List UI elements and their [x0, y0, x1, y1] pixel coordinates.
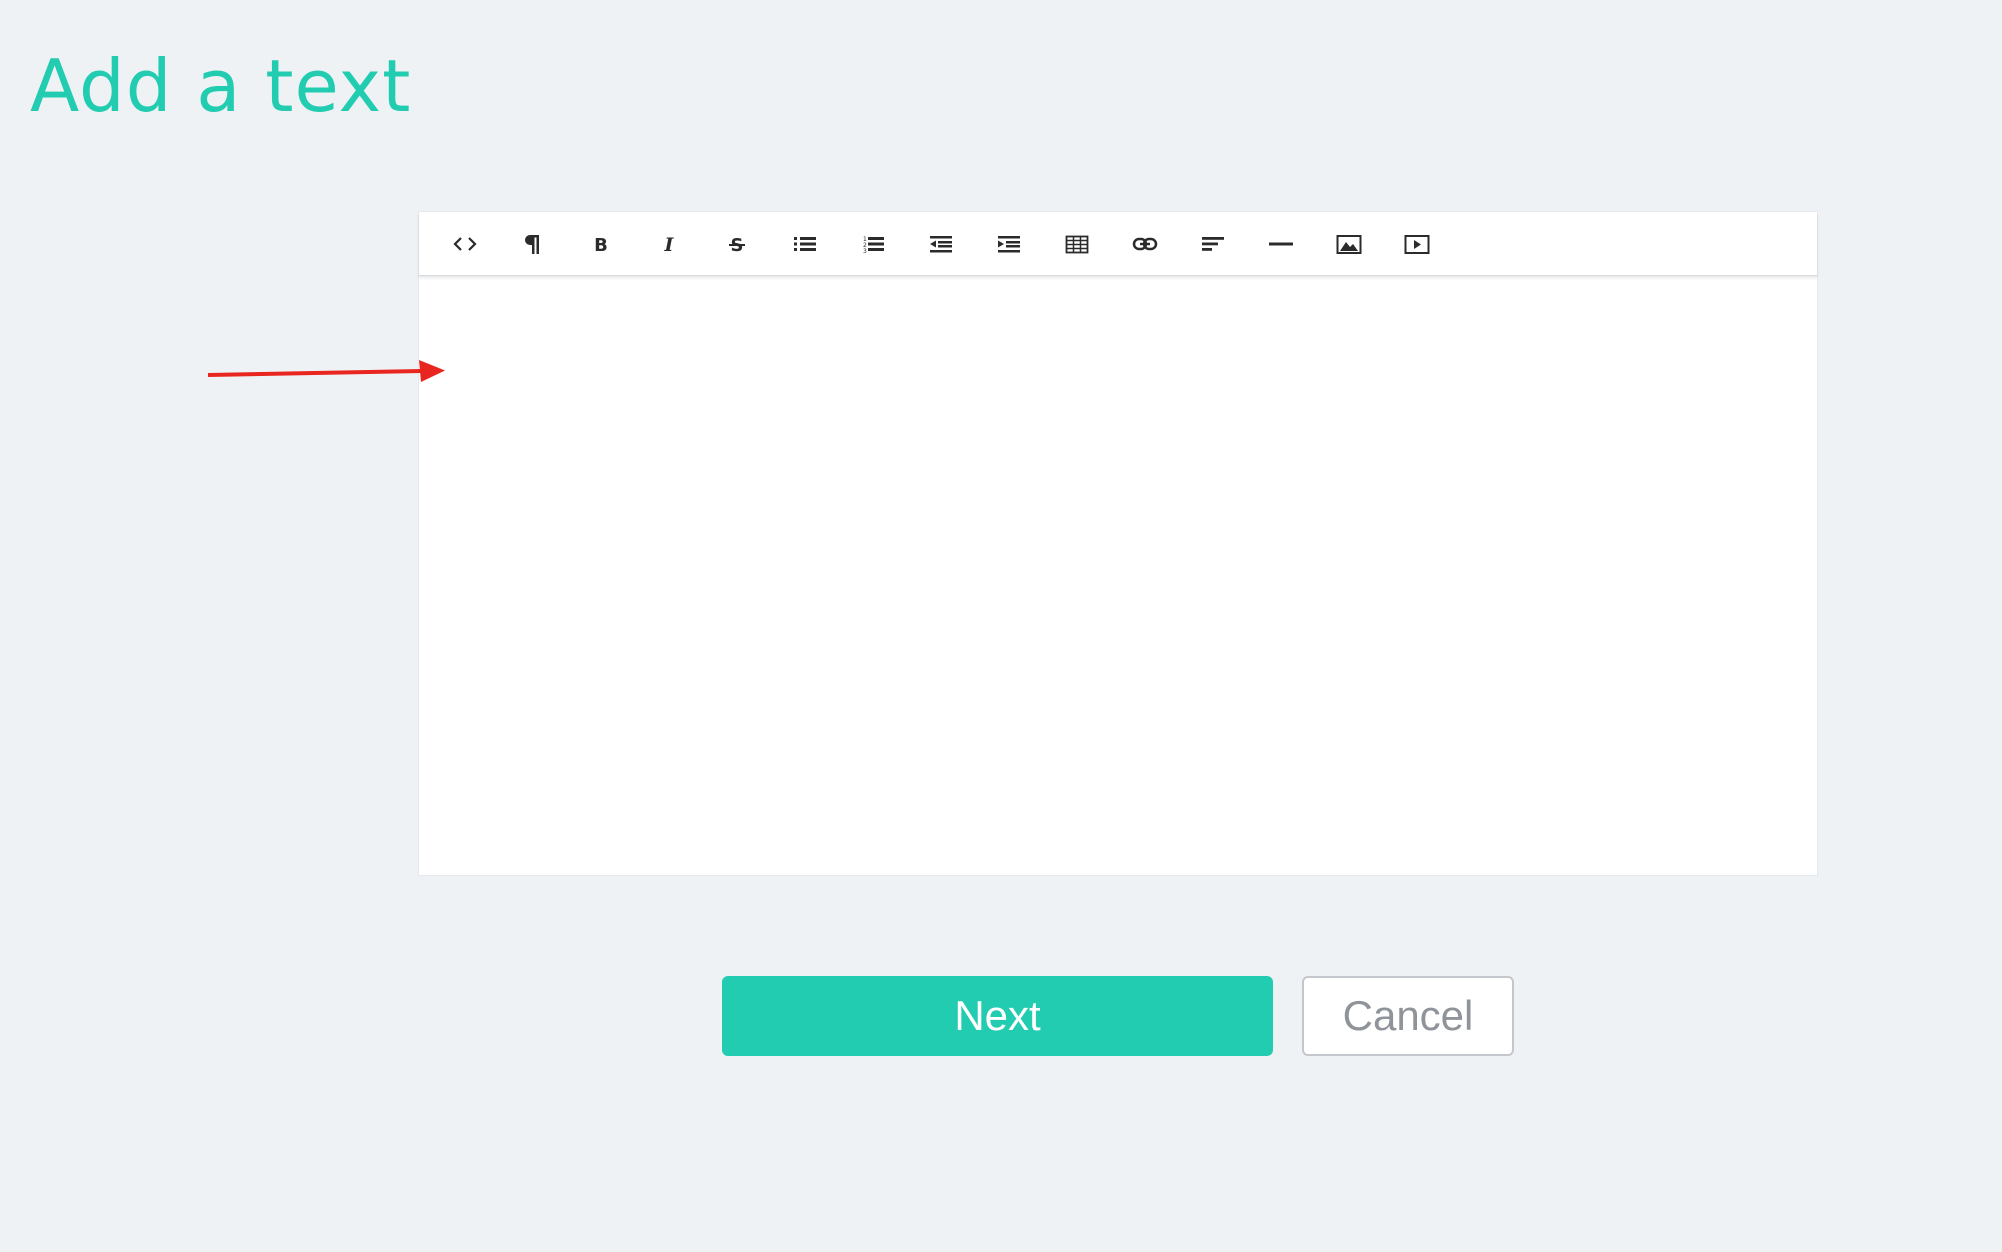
italic-icon: I [664, 234, 675, 256]
strikethrough-icon: S [729, 235, 745, 256]
link-icon [1132, 237, 1158, 250]
video-icon [1404, 234, 1430, 254]
italic-button[interactable]: I [635, 220, 703, 268]
link-button[interactable] [1111, 220, 1179, 268]
formatting-button[interactable] [499, 220, 567, 268]
unordered-list-button[interactable] [771, 220, 839, 268]
ordered-list-button[interactable]: 1 2 3 [839, 220, 907, 268]
image-button[interactable] [1315, 220, 1383, 268]
cancel-button[interactable]: Cancel [1302, 976, 1514, 1056]
video-button[interactable] [1383, 220, 1451, 268]
svg-text:I: I [664, 234, 675, 256]
arrow-head [419, 360, 445, 382]
red-arrow-annotation [207, 360, 445, 382]
outdent-button[interactable] [907, 220, 975, 268]
horizontal-rule-icon [1269, 242, 1293, 245]
strikethrough-button[interactable]: S [703, 220, 771, 268]
outdent-icon [930, 235, 952, 252]
arrow-shaft [207, 369, 423, 377]
align-icon [1202, 236, 1224, 251]
table-icon [1065, 235, 1089, 253]
indent-button[interactable] [975, 220, 1043, 268]
paragraph-icon [525, 234, 539, 254]
page-title: Add a text [30, 44, 412, 128]
indent-icon [998, 235, 1020, 252]
next-button[interactable]: Next [722, 976, 1273, 1056]
html-button[interactable] [431, 220, 499, 268]
image-icon [1336, 234, 1362, 254]
svg-text:B: B [594, 235, 608, 256]
html-icon [453, 236, 477, 251]
ordered-list-icon: 1 2 3 [863, 236, 884, 255]
unordered-list-icon [794, 236, 816, 251]
svg-text:3: 3 [863, 248, 867, 255]
table-button[interactable] [1043, 220, 1111, 268]
bold-icon: B [594, 235, 608, 256]
rich-text-editor: B I S 1 2 3 [418, 211, 1818, 876]
alignment-button[interactable] [1179, 220, 1247, 268]
editor-toolbar: B I S 1 2 3 [419, 212, 1817, 276]
horizontal-rule-button[interactable] [1247, 220, 1315, 268]
editor-content-area[interactable] [419, 276, 1817, 875]
bold-button[interactable]: B [567, 220, 635, 268]
